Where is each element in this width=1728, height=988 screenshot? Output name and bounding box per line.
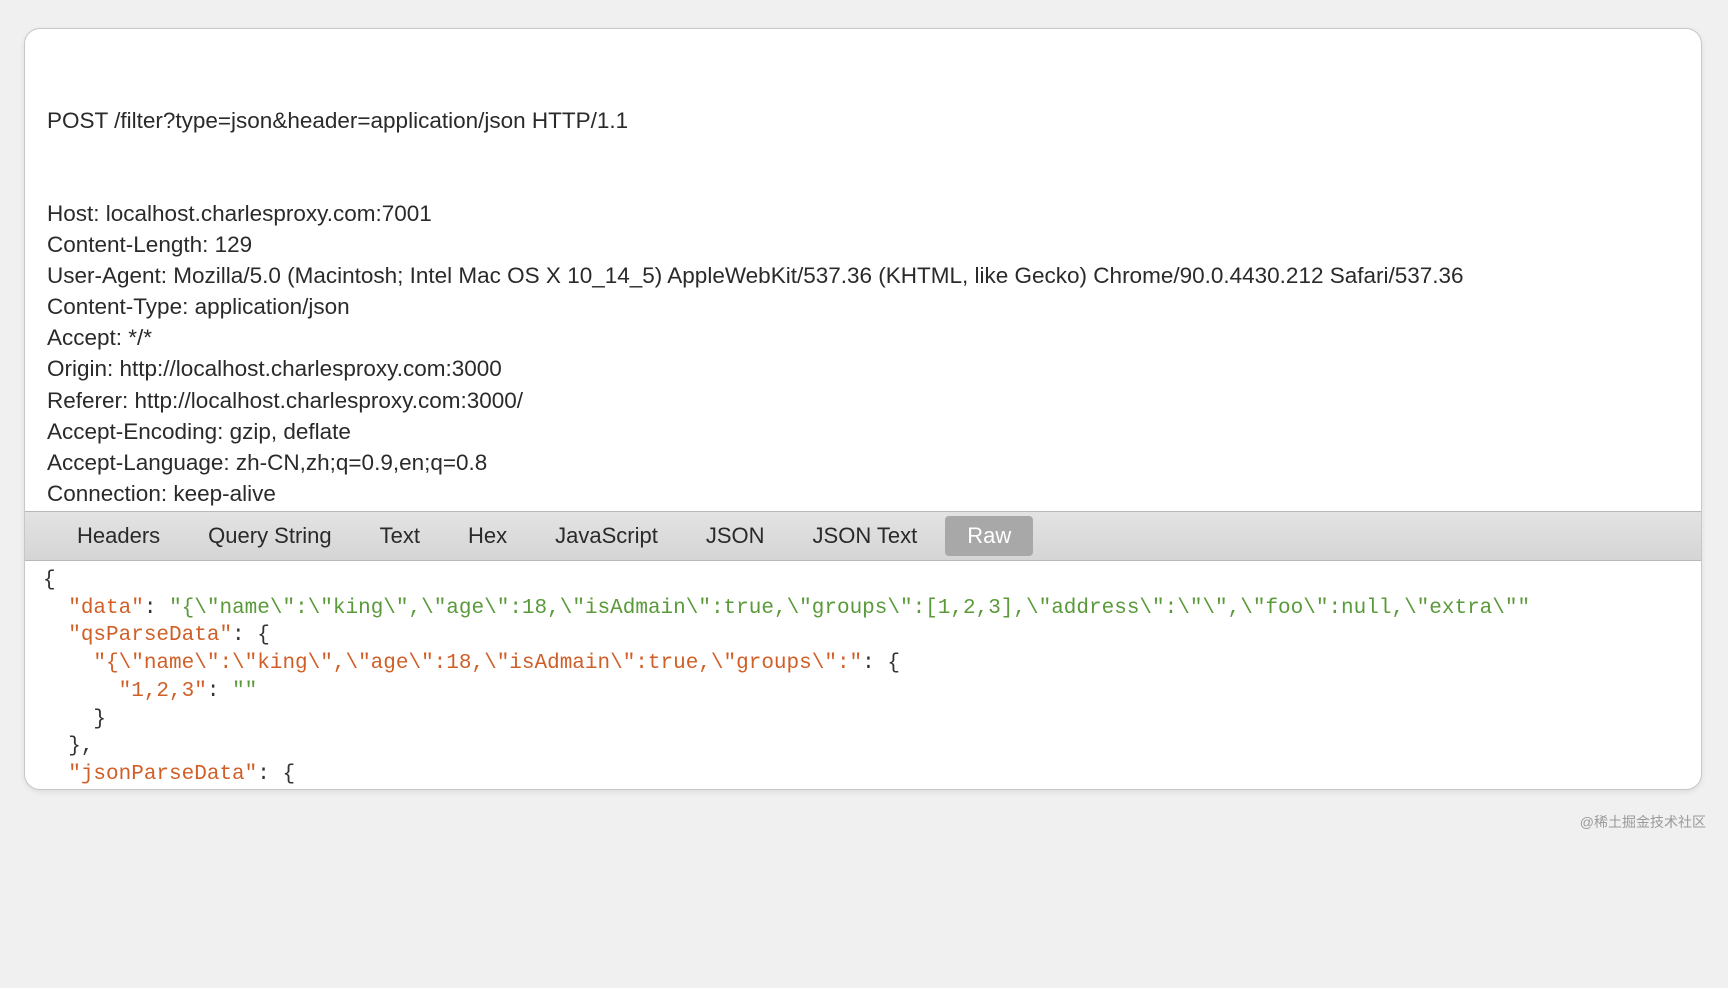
- tab-headers[interactable]: Headers: [53, 512, 184, 560]
- request-header-line: Referer: http://localhost.charlesproxy.c…: [47, 385, 1679, 416]
- request-raw-pane[interactable]: POST /filter?type=json&header=applicatio…: [25, 29, 1701, 511]
- request-header-line: Accept: */*: [47, 322, 1679, 353]
- tab-hex[interactable]: Hex: [444, 512, 531, 560]
- inspector-window: POST /filter?type=json&header=applicatio…: [24, 28, 1702, 790]
- request-header-line: Accept-Encoding: gzip, deflate: [47, 416, 1679, 447]
- request-header-line: Origin: http://localhost.charlesproxy.co…: [47, 353, 1679, 384]
- tab-json-text[interactable]: JSON Text: [789, 512, 942, 560]
- request-header-line: User-Agent: Mozilla/5.0 (Macintosh; Inte…: [47, 260, 1679, 291]
- request-header-line: Host: localhost.charlesproxy.com:7001: [47, 198, 1679, 229]
- request-header-line: Content-Type: application/json: [47, 291, 1679, 322]
- tab-json[interactable]: JSON: [682, 512, 789, 560]
- tab-text[interactable]: Text: [356, 512, 444, 560]
- request-header-line: Accept-Language: zh-CN,zh;q=0.9,en;q=0.8: [47, 447, 1679, 478]
- response-raw-pane[interactable]: { "data": "{\"name\":\"king\",\"age\":18…: [25, 559, 1701, 789]
- watermark: @稀土掘金技术社区: [1580, 812, 1706, 832]
- request-line: POST /filter?type=json&header=applicatio…: [47, 105, 1679, 136]
- tab-javascript[interactable]: JavaScript: [531, 512, 682, 560]
- request-header-line: Connection: keep-alive: [47, 478, 1679, 509]
- tab-query-string[interactable]: Query String: [184, 512, 356, 560]
- request-header-line: Content-Length: 129: [47, 229, 1679, 260]
- view-tabs: HeadersQuery StringTextHexJavaScriptJSON…: [25, 511, 1701, 561]
- tab-raw[interactable]: Raw: [945, 516, 1033, 556]
